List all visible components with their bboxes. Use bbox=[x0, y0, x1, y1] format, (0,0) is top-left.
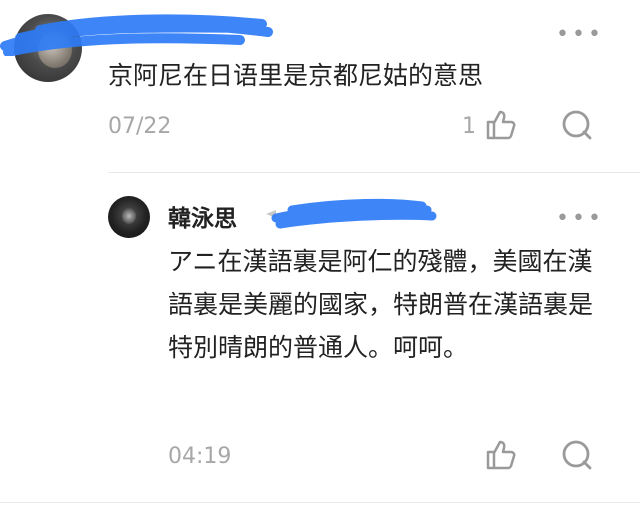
redaction-scribble bbox=[266, 198, 437, 229]
thumbs-up-icon[interactable] bbox=[484, 438, 518, 472]
comment-like-count: 1 bbox=[462, 114, 476, 139]
comment-date: 07/22 bbox=[108, 114, 172, 139]
reply-more-button[interactable]: ••• bbox=[556, 208, 604, 230]
reply-text: アニ在漢語裏是阿仁的殘體，美國在漢語裏是美麗的國家，特朗普在漢語裏是特別晴朗的普… bbox=[168, 247, 594, 362]
comment-bubble-icon[interactable] bbox=[560, 438, 594, 472]
reply-time: 04:19 bbox=[168, 444, 232, 469]
reply-avatar[interactable] bbox=[108, 196, 150, 238]
comment-text: 京阿尼在日语里是京都尼姑的意思 bbox=[108, 61, 484, 90]
comment-more-button[interactable]: ••• bbox=[556, 24, 604, 46]
comment-divider bbox=[108, 172, 640, 173]
avatar-face bbox=[122, 208, 136, 224]
comment-bubble-icon[interactable] bbox=[560, 108, 594, 142]
redaction-scribble bbox=[0, 14, 273, 56]
thumbs-up-icon[interactable] bbox=[484, 108, 518, 142]
reply-author[interactable]: 韓泳思 bbox=[168, 199, 237, 233]
bottom-divider bbox=[0, 502, 640, 503]
